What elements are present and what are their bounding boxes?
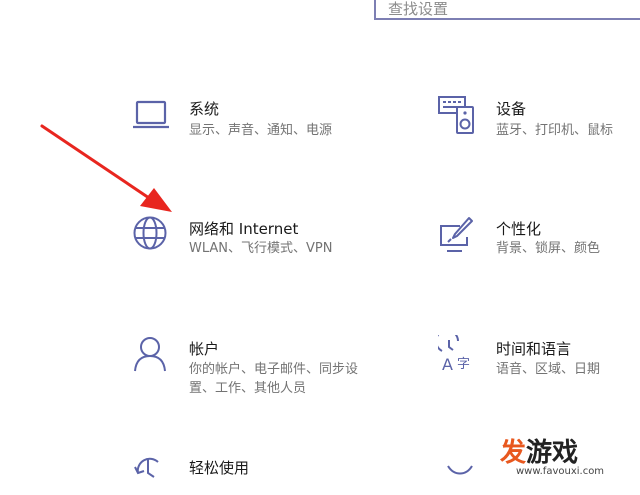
watermark-brand: 发游戏 [500, 438, 579, 468]
watermark-url: www.favouxi.com [516, 466, 605, 477]
red-arrow-annotation [40, 124, 172, 212]
watermark-logo: 发游戏 www.favouxi.com [500, 432, 640, 481]
